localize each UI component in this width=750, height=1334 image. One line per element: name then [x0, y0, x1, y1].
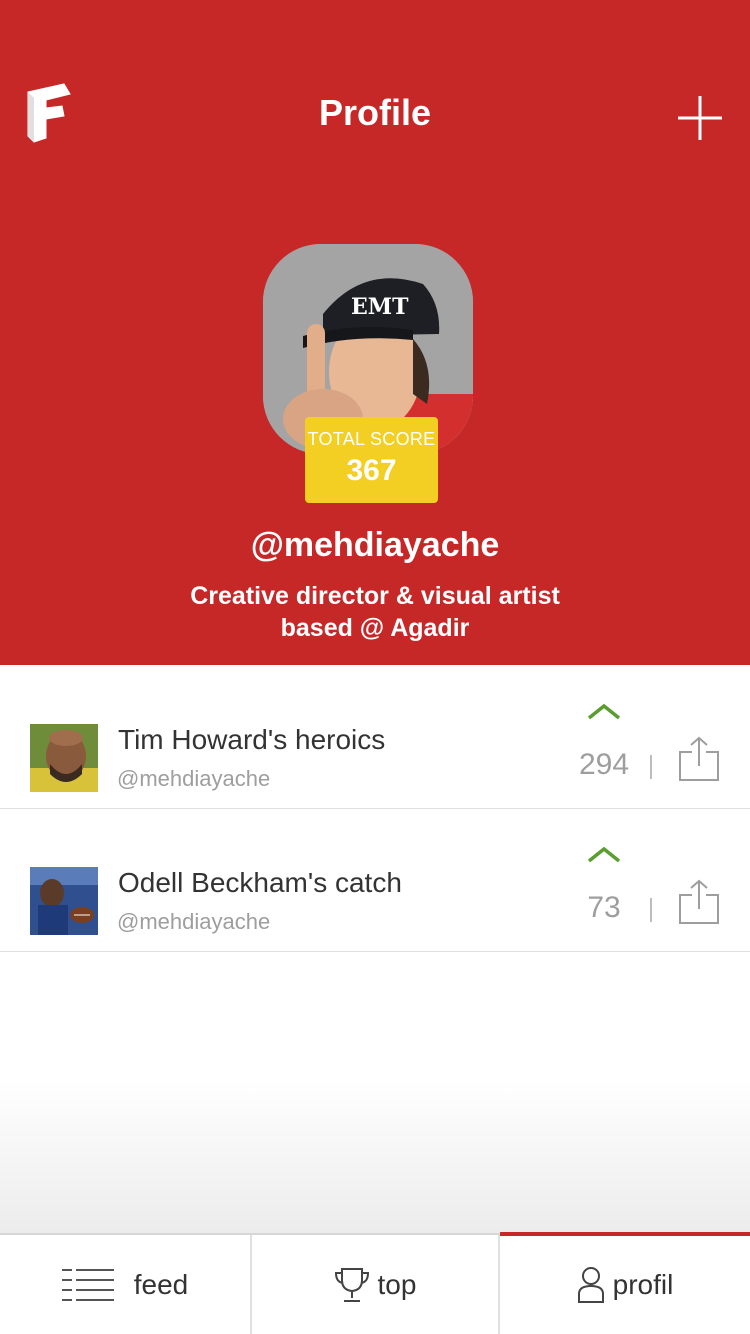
list-item[interactable]: Odell Beckham's catch @mehdiayache 73 — [0, 809, 750, 952]
post-title[interactable]: Odell Beckham's catch — [118, 867, 402, 899]
soccer-goalkeeper-photo — [30, 724, 98, 792]
post-thumbnail — [30, 867, 98, 935]
total-score-badge: TOTAL SCORE 367 — [305, 417, 438, 503]
list-bottom-fade — [0, 1080, 750, 1233]
profile-username: @mehdiayache — [250, 526, 500, 564]
post-user[interactable]: @mehdiayache — [117, 766, 270, 792]
share-icon[interactable] — [678, 736, 720, 782]
vote-count: 73 — [587, 891, 621, 924]
svg-text:EMT: EMT — [351, 294, 409, 320]
plus-icon[interactable] — [676, 94, 724, 142]
tab-feed-label: feed — [133, 1268, 189, 1300]
profile-header: Profile EMT TOTAL SCORE 367 @mehdiayache… — [0, 0, 750, 665]
vote-count: 294 — [578, 748, 630, 781]
post-title[interactable]: Tim Howard's heroics — [118, 724, 385, 756]
score-label: TOTAL SCORE — [307, 429, 436, 449]
list-icon — [61, 1268, 114, 1301]
page-title: Profile — [318, 92, 432, 133]
score-value: 367 — [346, 454, 397, 487]
list-item[interactable]: Tim Howard's heroics @mehdiayache 294 — [0, 666, 750, 809]
divider — [650, 755, 652, 779]
upvote-chevron-icon[interactable] — [586, 845, 622, 865]
user-icon — [577, 1266, 604, 1303]
divider — [650, 898, 652, 922]
trophy-icon — [334, 1267, 369, 1302]
football-catch-photo — [30, 867, 98, 935]
tab-top[interactable]: top — [252, 1235, 498, 1334]
posts-list: Tim Howard's heroics @mehdiayache 294 Od… — [0, 666, 750, 952]
tab-bar: feed top profil — [0, 1232, 750, 1334]
tab-profil[interactable]: profil — [500, 1232, 750, 1334]
share-icon[interactable] — [678, 879, 720, 925]
tab-feed[interactable]: feed — [0, 1235, 250, 1334]
profile-bio: Creative director & visual artist based … — [0, 580, 750, 644]
post-user[interactable]: @mehdiayache — [117, 909, 270, 935]
upvote-chevron-icon[interactable] — [586, 702, 622, 722]
tab-profil-label: profil — [612, 1268, 674, 1300]
tab-top-label: top — [377, 1268, 417, 1300]
bio-line-2: based @ Agadir — [280, 614, 470, 642]
post-thumbnail — [30, 724, 98, 792]
bio-line-1: Creative director & visual artist — [190, 582, 560, 610]
